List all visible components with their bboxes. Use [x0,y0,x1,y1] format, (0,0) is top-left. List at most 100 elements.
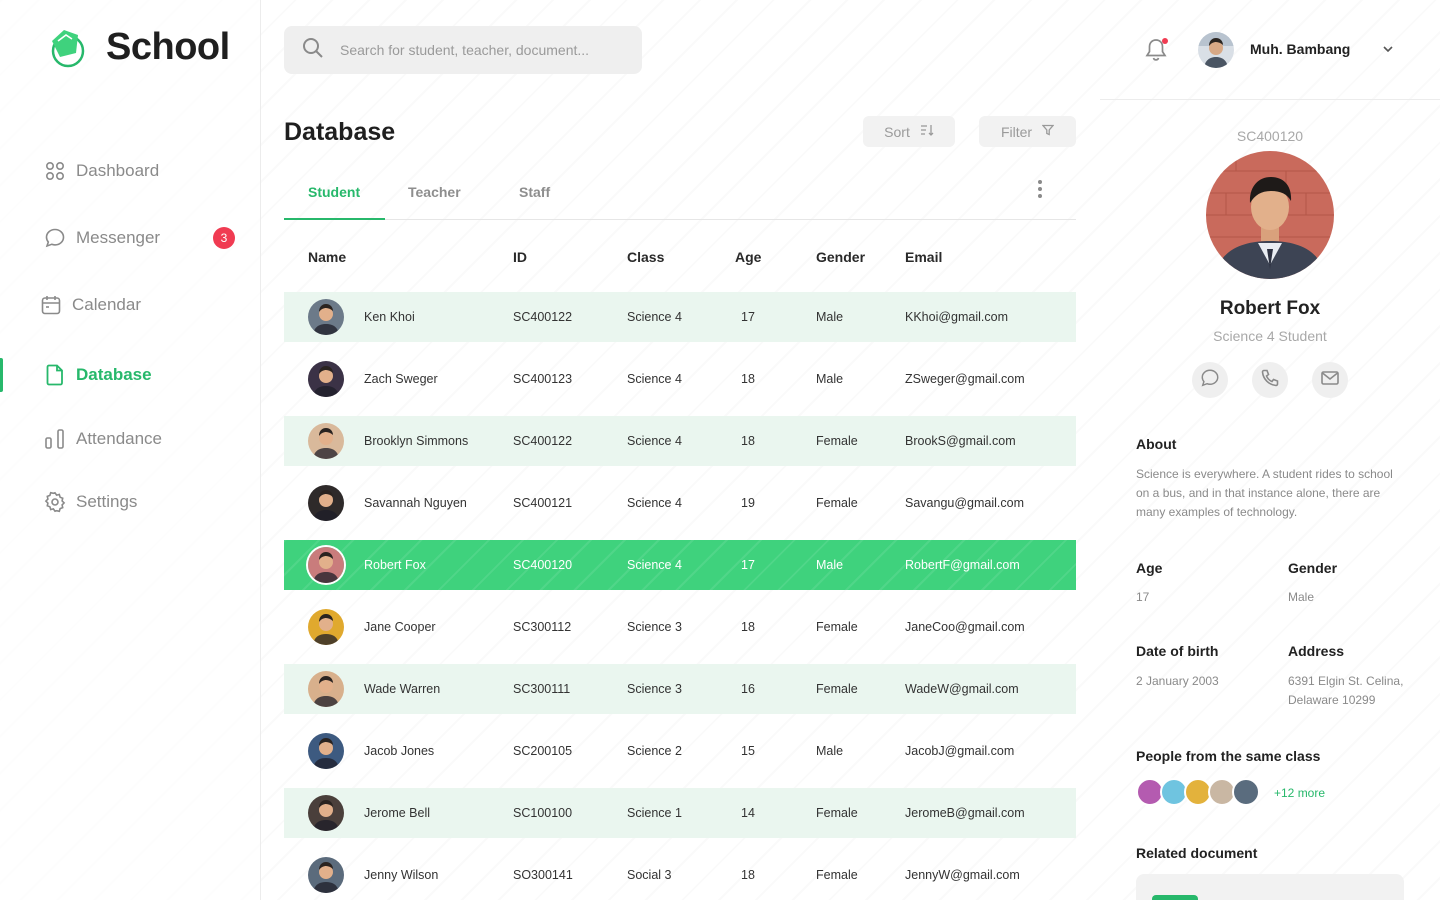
sidebar-item-attendance[interactable]: Attendance [44,428,244,450]
table-row[interactable]: Jane Cooper SC300112 Science 3 18 Female Jane… [284,602,1076,652]
chevron-down-icon[interactable] [1382,42,1394,60]
table-row[interactable]: Savannah Nguyen SC400121 Science 4 19 Female… [284,478,1076,528]
sidebar-item-label: Settings [76,492,138,511]
filter-label: Filter [1000,123,1033,140]
messenger-badge: 3 [213,227,235,249]
user-name[interactable]: Muh. Bambang [1250,41,1350,57]
sidebar-item-dashboard[interactable]: Dashboard [44,160,244,182]
cell-name: Robert Fox [364,558,426,572]
cell-class: Science 1 [627,806,682,820]
sidebar-item-label: Dashboard [76,161,160,180]
classmates-label: People from the same class [1136,748,1321,764]
filter-icon [1041,124,1055,139]
cell-name: Zach Sweger [364,372,438,386]
cell-class: Science 4 [627,372,682,386]
bar-chart-icon [44,428,66,450]
tab-underline [284,218,385,220]
cell-email: RobertF@gmail.com [905,558,1020,572]
cell-name: Savannah Nguyen [364,496,467,510]
cell-gender: Male [816,558,844,572]
age-label: Age [1136,560,1163,576]
tab-teacher[interactable]: Teacher [408,184,461,200]
column-header-name[interactable]: Name [308,249,346,265]
filter-button[interactable]: Filter [979,116,1076,147]
avatar [308,299,344,335]
column-header-class[interactable]: Class [627,249,664,265]
gear-icon [44,491,66,513]
sort-button[interactable]: Sort [863,116,955,147]
cell-id: SC400122 [513,434,573,448]
search-icon [302,37,324,64]
profile-name: Robert Fox [1219,298,1321,319]
app-name: School [106,26,230,68]
more-classmates-link[interactable]: +12 more [1274,786,1325,800]
cell-id: SC400120 [513,558,573,572]
chat-icon [44,227,66,249]
cell-age: 18 [741,434,755,448]
user-avatar[interactable] [1198,32,1234,68]
table-row[interactable]: Ken Khoi SC400122 Science 4 17 Male KKhoi@gma… [284,292,1076,342]
table-row[interactable]: Jacob Jones SC200105 Science 2 15 Male JacobJ… [284,726,1076,776]
grid-icon [44,160,66,182]
more-options-icon[interactable] [1036,180,1044,200]
column-header-id[interactable]: ID [513,249,527,265]
page-title: Database [284,118,396,146]
cell-id: SC200105 [513,744,573,758]
profile-id: SC400120 [1236,128,1304,144]
cell-gender: Male [816,310,844,324]
message-button[interactable] [1192,362,1228,398]
call-button[interactable] [1252,362,1288,398]
table-row[interactable]: Jenny Wilson SO300141 Social 3 18 Female Jenn… [284,850,1076,900]
cell-name: Ken Khoi [364,310,415,324]
address-value: 6391 Elgin St. Celina, Delaware 10299 [1288,674,1404,707]
cell-name: Wade Warren [364,682,441,696]
cell-gender: Male [816,372,844,386]
mail-icon [1320,368,1340,393]
table-row[interactable]: Wade Warren SC300111 Science 3 16 Female Wade… [284,664,1076,714]
cell-age: 18 [741,620,755,634]
sidebar-item-database[interactable]: Database [44,364,244,386]
cell-email: JennyW@gmail.com [905,868,1020,882]
search-input[interactable] [340,42,620,58]
cell-age: 15 [741,744,755,758]
related-document-card[interactable] [1136,874,1404,900]
cell-email: KKhoi@gmail.com [905,310,1009,324]
sidebar-item-settings[interactable]: Settings [44,491,244,513]
gender-value: Male [1288,590,1315,604]
cell-gender: Female [816,620,858,634]
active-indicator [0,358,3,392]
search-bar[interactable] [284,26,642,74]
cell-age: 17 [741,310,755,324]
cell-id: SC300111 [513,682,571,696]
avatar [308,733,344,769]
tab-student[interactable]: Student [308,184,360,200]
sidebar-item-calendar[interactable]: Calendar [41,294,244,316]
table-row[interactable]: Zach Sweger SC400123 Science 4 18 Male ZSwege… [284,354,1076,404]
column-header-email[interactable]: Email [905,249,942,265]
table-row[interactable]: Robert Fox SC400120 Science 4 17 Male RobertF… [284,540,1076,590]
cell-age: 19 [741,496,755,510]
about-label: About [1136,436,1177,452]
table-row[interactable]: Brooklyn Simmons SC400122 Science 4 18 Femal… [284,416,1076,466]
cell-class: Social 3 [627,868,672,882]
cell-email: ZSweger@gmail.com [905,372,1025,386]
cell-name: Jenny Wilson [364,868,439,882]
avatar [308,485,344,521]
column-header-gender[interactable]: Gender [816,249,865,265]
cell-class: Science 3 [627,620,682,634]
email-button[interactable] [1312,362,1348,398]
table-row[interactable]: Jerome Bell SC100100 Science 1 14 Female Jero… [284,788,1076,838]
app-logo[interactable]: School [46,26,230,69]
cell-class: Science 4 [627,496,682,510]
avatar [1232,778,1260,806]
cell-id: SC100100 [513,806,573,820]
cell-name: Jacob Jones [364,744,435,758]
cell-id: SC300112 [513,620,572,634]
chat-icon [1200,368,1220,393]
cell-email: BrookS@gmail.com [905,434,1016,448]
cell-gender: Female [816,496,858,510]
cell-email: JeromeB@gmail.com [905,806,1025,820]
column-header-age[interactable]: Age [735,249,761,265]
cell-class: Science 4 [627,310,682,324]
tab-staff[interactable]: Staff [519,184,550,200]
